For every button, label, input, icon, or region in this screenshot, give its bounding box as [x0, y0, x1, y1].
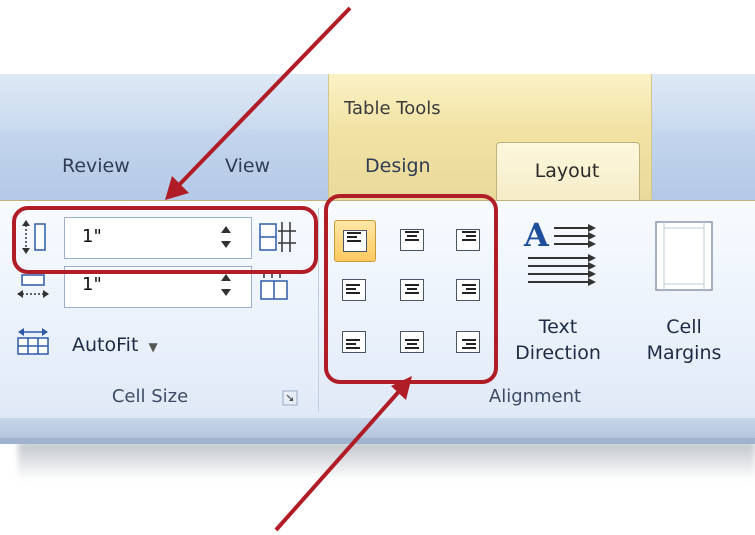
top-arrow-shaft: [176, 6, 352, 188]
annotation-arrows: [165, 6, 412, 532]
bottom-arrow-shaft: [274, 386, 404, 532]
